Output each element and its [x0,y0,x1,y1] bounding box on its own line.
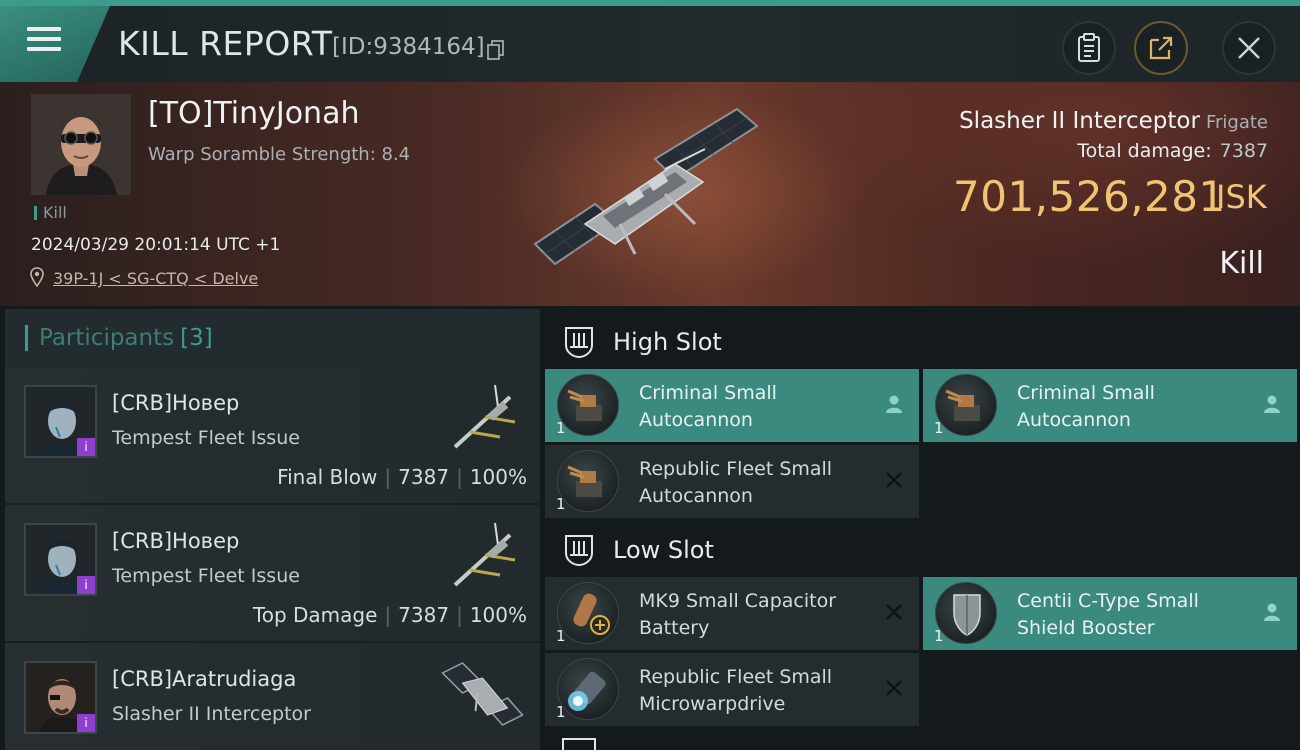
victim-ship-type: Slasher II Interceptor [959,108,1200,134]
kill-result: Kill [1219,246,1264,281]
cross-icon [886,604,902,620]
isk-value: 701,526,281 [953,172,1226,221]
total-damage-label: Total damage: [1077,140,1212,162]
participants-label: Participants [39,325,175,351]
module-item[interactable]: 1 Republic Fleet Small Microwarpdrive [545,653,919,726]
pilot-icon [886,395,902,413]
next-slot-header [562,738,596,750]
kill-tag: Kill [34,205,67,221]
isk-unit: ISK [1216,178,1267,216]
pilot-icon: i [77,438,95,456]
module-name: MK9 Small Capacitor Battery [639,590,837,639]
cross-icon [886,680,902,696]
autocannon-icon [557,450,619,512]
avatar: i [24,661,97,734]
autocannon-icon [557,374,619,436]
capacitor-battery-icon [557,582,619,644]
high-slot-label: High Slot [613,328,722,356]
victim-ship-class: Frigate [1205,112,1268,133]
module-quantity: 1 [556,419,566,437]
participant-ship-icon [453,384,516,449]
share-button[interactable] [1134,21,1188,75]
participant-name[interactable]: [CRB]Новер [112,529,239,553]
module-item[interactable]: 1 Criminal Small Autocannon [545,369,919,442]
close-icon [1238,37,1260,59]
participant-stats: Top Damage | 7387 | 100% [252,603,527,627]
participant-ship: Slasher II Interceptor [112,703,311,725]
participant-name[interactable]: [CRB]Новер [112,391,239,415]
low-slot-icon [565,535,593,567]
close-button[interactable] [1222,21,1276,75]
module-name: Republic Fleet Small Autocannon [639,458,833,507]
victim-ship-render [533,107,759,266]
participant-row[interactable]: i [CRB]Aratrudiaga Slasher II Intercepto… [5,643,540,750]
participant-damage: 7387 [398,465,450,489]
participant-role: Final Blow [277,465,378,489]
participant-stats: Final Blow | 7387 | 100% [277,465,527,489]
module-item[interactable]: 1 Republic Fleet Small Autocannon [545,445,919,518]
menu-button[interactable] [0,6,110,82]
module-quantity: 1 [934,419,944,437]
victim-ship-name[interactable]: Slasher II Interceptor Frigate [959,108,1268,134]
high-slot-icon [565,327,593,359]
module-item[interactable]: 1 Criminal Small Autocannon [923,369,1297,442]
participant-row[interactable]: i [CRB]Новер Tempest Fleet Issue Final B… [5,367,540,503]
share-icon [1149,36,1173,60]
clipboard-button[interactable] [1062,21,1116,75]
participant-name[interactable]: [CRB]Aratrudiaga [112,667,296,691]
total-damage: Total damage: 7387 [1077,140,1268,162]
participants-header: Participants [3] [5,309,540,367]
kill-timestamp: 2024/03/29 20:01:14 UTC +1 [31,235,281,255]
clipboard-icon [1078,33,1100,62]
participant-ship: Tempest Fleet Issue [112,427,300,449]
cross-icon [886,472,902,488]
module-item[interactable]: 1 Centii C-Type Small Shield Booster [923,577,1297,650]
avatar: i [24,523,97,596]
low-slot-label: Low Slot [613,536,714,564]
participant-ship-icon [441,662,524,726]
module-name: Republic Fleet Small Microwarpdrive [639,666,833,715]
copy-icon[interactable] [487,40,505,60]
low-slot-header: Low Slot [545,518,1300,582]
high-slot-header: High Slot [545,310,1300,374]
kill-id: [ID:9384164] [332,34,485,60]
victim-summary: [TO]TinyJonah Warp Soramble Strength: 8.… [0,82,1300,306]
kill-location-link[interactable]: 39P-1J < SG-CTQ < Delve [53,269,258,288]
participants-count: [3] [180,325,213,351]
total-damage-value: 7387 [1219,140,1268,162]
pilot-icon [1264,603,1280,621]
top-bar: KILL REPORT [ID:9384164] [0,0,1300,82]
participant-role: Top Damage [252,603,378,627]
victim-name[interactable]: [TO]TinyJonah [148,96,359,131]
module-quantity: 1 [556,495,566,513]
shield-booster-icon [935,582,997,644]
pilot-icon: i [77,576,95,594]
module-name: Criminal Small Autocannon [639,382,777,431]
participant-percent: 100% [469,603,527,627]
warp-scramble-strength: Warp Soramble Strength: 8.4 [148,144,411,165]
victim-portrait[interactable] [31,94,131,195]
module-quantity: 1 [556,703,566,721]
participant-percent: 100% [469,465,527,489]
avatar: i [24,385,97,458]
location-pin-icon [30,267,44,287]
participant-damage: 7387 [398,603,450,627]
participant-ship: Tempest Fleet Issue [112,565,300,587]
module-name: Criminal Small Autocannon [1017,382,1155,431]
participant-ship-icon [453,522,516,587]
module-item[interactable]: 1 MK9 Small Capacitor Battery [545,577,919,650]
module-quantity: 1 [556,627,566,645]
module-quantity: 1 [934,627,944,645]
pilot-icon [1264,395,1280,413]
participant-row[interactable]: i [CRB]Новер Tempest Fleet Issue Top Dam… [5,505,540,641]
microwarpdrive-icon [557,658,619,720]
module-name: Centii C-Type Small Shield Booster [1017,590,1199,639]
page-title: KILL REPORT [118,24,333,63]
pilot-icon: i [77,714,95,732]
participants-panel: Participants [3] i [CRB]Новер Tempest Fl… [5,309,540,750]
autocannon-icon [935,374,997,436]
